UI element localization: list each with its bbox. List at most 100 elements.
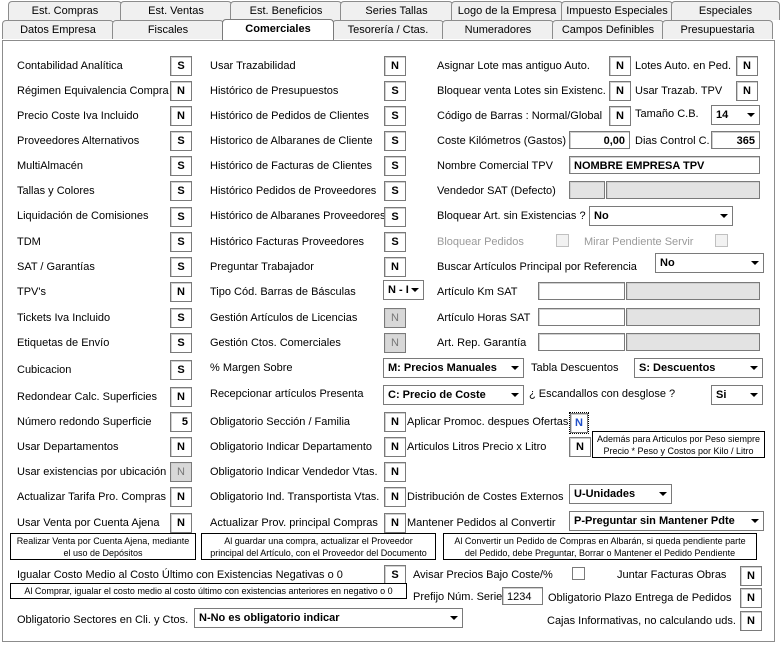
articulo-km-code-field[interactable] [538, 282, 625, 300]
historico-facturas-proveedores-field[interactable]: S [384, 232, 406, 252]
cubicacion-field[interactable]: S [170, 360, 192, 380]
lotes-auto-field[interactable]: N [736, 56, 758, 76]
cajas-informativas-field[interactable]: N [740, 611, 762, 631]
tabla-descuentos-select[interactable]: S: Descuentos [634, 358, 763, 378]
multialmacen-label: MultiAlmacén [17, 160, 84, 172]
etiquetas-envio-field[interactable]: S [170, 333, 192, 353]
cajas-informativas-label: Cajas Informativas, no calculando uds. [547, 615, 736, 627]
asignar-lote-label: Asignar Lote mas antiguo Auto. [437, 60, 590, 72]
gestion-licencias-field[interactable]: N [384, 308, 406, 328]
tipo-cod-barras-select[interactable]: N - I [383, 280, 424, 300]
gestion-ctos-comerciales-label: Gestión Ctos. Comerciales [210, 337, 341, 349]
redondear-superficies-field[interactable]: N [170, 387, 192, 407]
venta-cuenta-ajena-field[interactable]: N [170, 513, 192, 533]
tab-comerciales[interactable]: Comerciales [222, 19, 334, 40]
historico-presupuestos-field[interactable]: S [384, 81, 406, 101]
articulos-litros-field[interactable]: N [569, 437, 591, 457]
obligatorio-transportista-field[interactable]: N [384, 487, 406, 507]
bloquear-pedidos-checkbox[interactable] [556, 234, 569, 247]
tallas-colores-field[interactable]: S [170, 181, 192, 201]
obligatorio-vendedor-field[interactable]: N [384, 462, 406, 482]
articulo-horas-code-field[interactable] [538, 308, 625, 326]
tab-logo-empresa[interactable]: Logo de la Empresa [451, 1, 563, 20]
gestion-ctos-comerciales-field[interactable]: N [384, 333, 406, 353]
coste-km-field[interactable]: 0,00 [569, 131, 630, 149]
obligatorio-departamento-field[interactable]: N [384, 437, 406, 457]
margen-sobre-select[interactable]: M: Precios Manuales [383, 358, 524, 378]
obligatorio-vendedor-label: Obligatorio Indicar Vendedor Vtas. [210, 466, 378, 478]
proveedores-alternativos-field[interactable]: S [170, 131, 192, 151]
tab-datos-empresa[interactable]: Datos Empresa [2, 20, 114, 39]
aplicar-promoc-field[interactable]: N [569, 412, 589, 434]
precio-coste-iva-field[interactable]: N [170, 106, 192, 126]
sat-garantias-field[interactable]: S [170, 257, 192, 277]
numero-redondo-field[interactable]: 5 [170, 412, 192, 432]
usar-trazab-tpv-field[interactable]: N [736, 81, 758, 101]
historico-pedidos-proveedores-field[interactable]: S [384, 181, 406, 201]
convertir-pedido-note: Al Convertir un Pedido de Compras en Alb… [443, 533, 757, 560]
igualar-costo-field[interactable]: S [384, 565, 406, 585]
obligatorio-seccion-field[interactable]: N [384, 412, 406, 432]
tab-tesoreria[interactable]: Tesorería / Ctas. [332, 20, 444, 39]
liquidacion-comisiones-field[interactable]: S [170, 207, 192, 227]
prefijo-serie-field[interactable]: 1234 [502, 587, 543, 605]
tab-est-compras[interactable]: Est. Compras [8, 1, 122, 20]
articulo-km-desc-field [626, 282, 760, 300]
art-rep-code-field[interactable] [538, 333, 625, 351]
mirar-pendiente-checkbox[interactable] [715, 234, 728, 247]
juntar-facturas-field[interactable]: N [740, 566, 762, 586]
tab-especiales[interactable]: Especiales [671, 1, 780, 20]
tdm-field[interactable]: S [170, 232, 192, 252]
historico-albaranes-proveedores-field[interactable]: S [384, 207, 406, 227]
aplicar-promoc-label: Aplicar Promoc. despues Ofertas [407, 416, 569, 428]
usar-existencias-ubicacion-field[interactable]: N [170, 462, 192, 482]
tab-campos-definibles[interactable]: Campos Definibles [552, 20, 664, 39]
mantener-pedidos-select[interactable]: P-Preguntar sin Mantener Pdte [569, 511, 764, 531]
chevron-down-icon [720, 214, 728, 218]
dias-control-field[interactable]: 365 [711, 131, 760, 149]
recepcionar-articulos-label: Recepcionar artículos Presenta [210, 388, 364, 400]
recepcionar-articulos-select[interactable]: C: Precio de Coste [383, 385, 524, 405]
historico-pedidos-clientes-field[interactable]: S [384, 106, 406, 126]
bloquear-art-select[interactable]: No [589, 206, 733, 226]
escandallos-select[interactable]: Si [711, 385, 763, 405]
distribucion-costes-select[interactable]: U-Unidades [569, 484, 672, 504]
tamano-cb-select[interactable]: 14 [711, 105, 760, 125]
obligatorio-sectores-select[interactable]: N-No es obligatorio indicar [194, 608, 463, 628]
usar-departamentos-field[interactable]: N [170, 437, 192, 457]
chevron-down-icon [659, 492, 667, 496]
buscar-articulos-select[interactable]: No [655, 253, 764, 273]
tab-presupuestaria[interactable]: Presupuestaria [662, 20, 773, 39]
tpvs-field[interactable]: N [170, 282, 192, 302]
vendedor-sat-code-field[interactable] [569, 181, 605, 199]
avisar-precios-checkbox[interactable] [572, 567, 585, 580]
bloquear-lotes-field[interactable]: N [609, 81, 631, 101]
tabla-descuentos-label: Tabla Descuentos [531, 362, 619, 374]
asignar-lote-field[interactable]: N [609, 56, 631, 76]
lotes-auto-label: Lotes Auto. en Ped. [635, 60, 732, 72]
obligatorio-plazo-field[interactable]: N [740, 588, 762, 608]
regimen-equivalencia-label: Régimen Equivalencia Compra [17, 85, 169, 97]
obligatorio-sectores-label: Obligatorio Sectores en Cli. y Ctos. [17, 614, 189, 626]
multialmacen-field[interactable]: S [170, 156, 192, 176]
contabilidad-analitica-field[interactable]: S [170, 56, 192, 76]
numero-redondo-label: Número redondo Superficie [17, 416, 152, 428]
etiquetas-envio-label: Etiquetas de Envío [17, 337, 110, 349]
tab-est-beneficios[interactable]: Est. Beneficios [230, 1, 342, 20]
historico-facturas-clientes-field[interactable]: S [384, 156, 406, 176]
tab-impuesto-especiales[interactable]: Impuesto Especiales [561, 1, 673, 20]
regimen-equivalencia-field[interactable]: N [170, 81, 192, 101]
tab-est-ventas[interactable]: Est. Ventas [120, 1, 232, 20]
preguntar-trabajador-field[interactable]: N [384, 257, 406, 277]
actualizar-tarifa-field[interactable]: N [170, 487, 192, 507]
nombre-tpv-field[interactable]: NOMBRE EMPRESA TPV [569, 156, 760, 174]
historico-albaranes-cliente-field[interactable]: S [384, 131, 406, 151]
usar-trazabilidad-field[interactable]: N [384, 56, 406, 76]
tab-numeradores[interactable]: Numeradores [442, 20, 554, 39]
actualizar-prov-principal-field[interactable]: N [384, 513, 406, 533]
codigo-barras-field[interactable]: N [609, 106, 631, 126]
chevron-down-icon [750, 366, 758, 370]
tab-fiscales[interactable]: Fiscales [112, 20, 224, 39]
tickets-iva-field[interactable]: S [170, 308, 192, 328]
tab-series-tallas[interactable]: Series Tallas [340, 1, 453, 20]
